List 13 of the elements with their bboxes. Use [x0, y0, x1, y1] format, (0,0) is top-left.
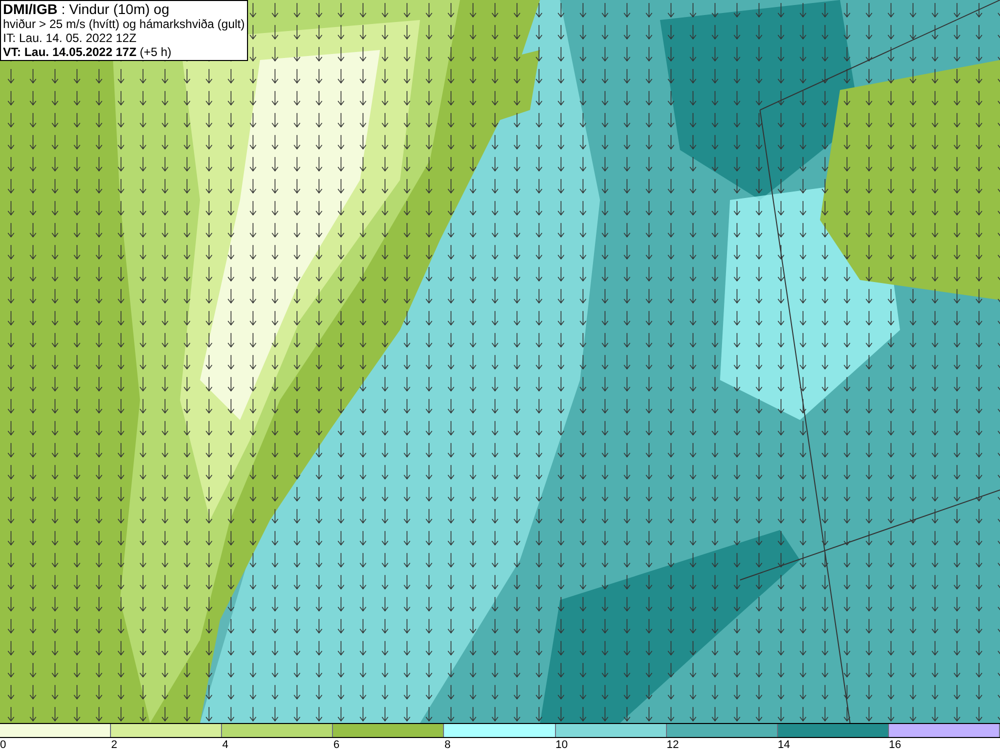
title-line: IT: Lau. 14. 05. 2022 12Z	[3, 31, 138, 45]
legend-tick: 12	[666, 738, 679, 752]
legend-tick: 14	[778, 738, 790, 752]
title-line: hviður > 25 m/s (hvítt) og hámarkshviða (gult)	[3, 17, 245, 31]
legend-tick: 2	[111, 738, 118, 752]
legend-tick: 16	[888, 738, 902, 752]
legend-tick: 8	[444, 738, 451, 752]
legend-tick: 10	[556, 738, 568, 752]
title-line: DMI/IGB : Vindur (10m) og	[3, 2, 170, 17]
title-line: VT: Lau. 14.05.2022 17Z (+5 h)	[3, 45, 172, 59]
legend-tick: 4	[222, 738, 228, 752]
legend-tick: 6	[333, 738, 340, 752]
legend-tick: 0	[0, 738, 6, 752]
